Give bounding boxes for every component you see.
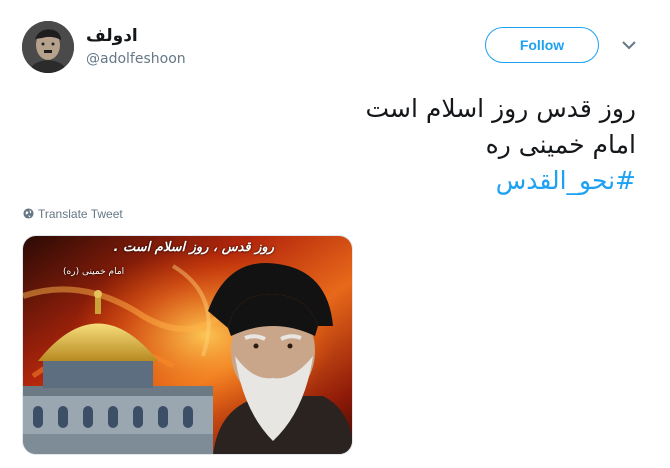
avatar[interactable] bbox=[22, 21, 74, 73]
poster-title: روز قدس ، روز اسلام است . bbox=[113, 240, 274, 255]
poster-subtitle: امام خمینی (ره) bbox=[63, 267, 125, 277]
follow-button[interactable]: Follow bbox=[485, 27, 599, 63]
tweet-text-line: امام خمینی ره bbox=[485, 130, 636, 159]
tweet-media-image[interactable]: روز قدس ، روز اسلام است . امام خمینی (ره… bbox=[22, 235, 353, 455]
tweet-text-line: روز قدس روز اسلام است bbox=[365, 94, 636, 123]
hashtag-link[interactable]: #نحو_القدس bbox=[36, 163, 636, 199]
translate-label[interactable]: Translate Tweet bbox=[38, 207, 123, 221]
avatar-image bbox=[22, 21, 74, 73]
globe-icon bbox=[23, 208, 34, 219]
display-name[interactable]: ادولف bbox=[86, 26, 138, 46]
chevron-down-icon[interactable] bbox=[620, 38, 638, 52]
translate-tweet-link[interactable]: Translate Tweet bbox=[23, 206, 123, 222]
tweet-card: ادولف @adolfeshoon Follow روز قدس روز اس… bbox=[0, 0, 670, 468]
tweet-text: روز قدس روز اسلام است امام خمینی ره #نحو… bbox=[36, 91, 636, 199]
user-handle[interactable]: @adolfeshoon bbox=[86, 50, 186, 68]
